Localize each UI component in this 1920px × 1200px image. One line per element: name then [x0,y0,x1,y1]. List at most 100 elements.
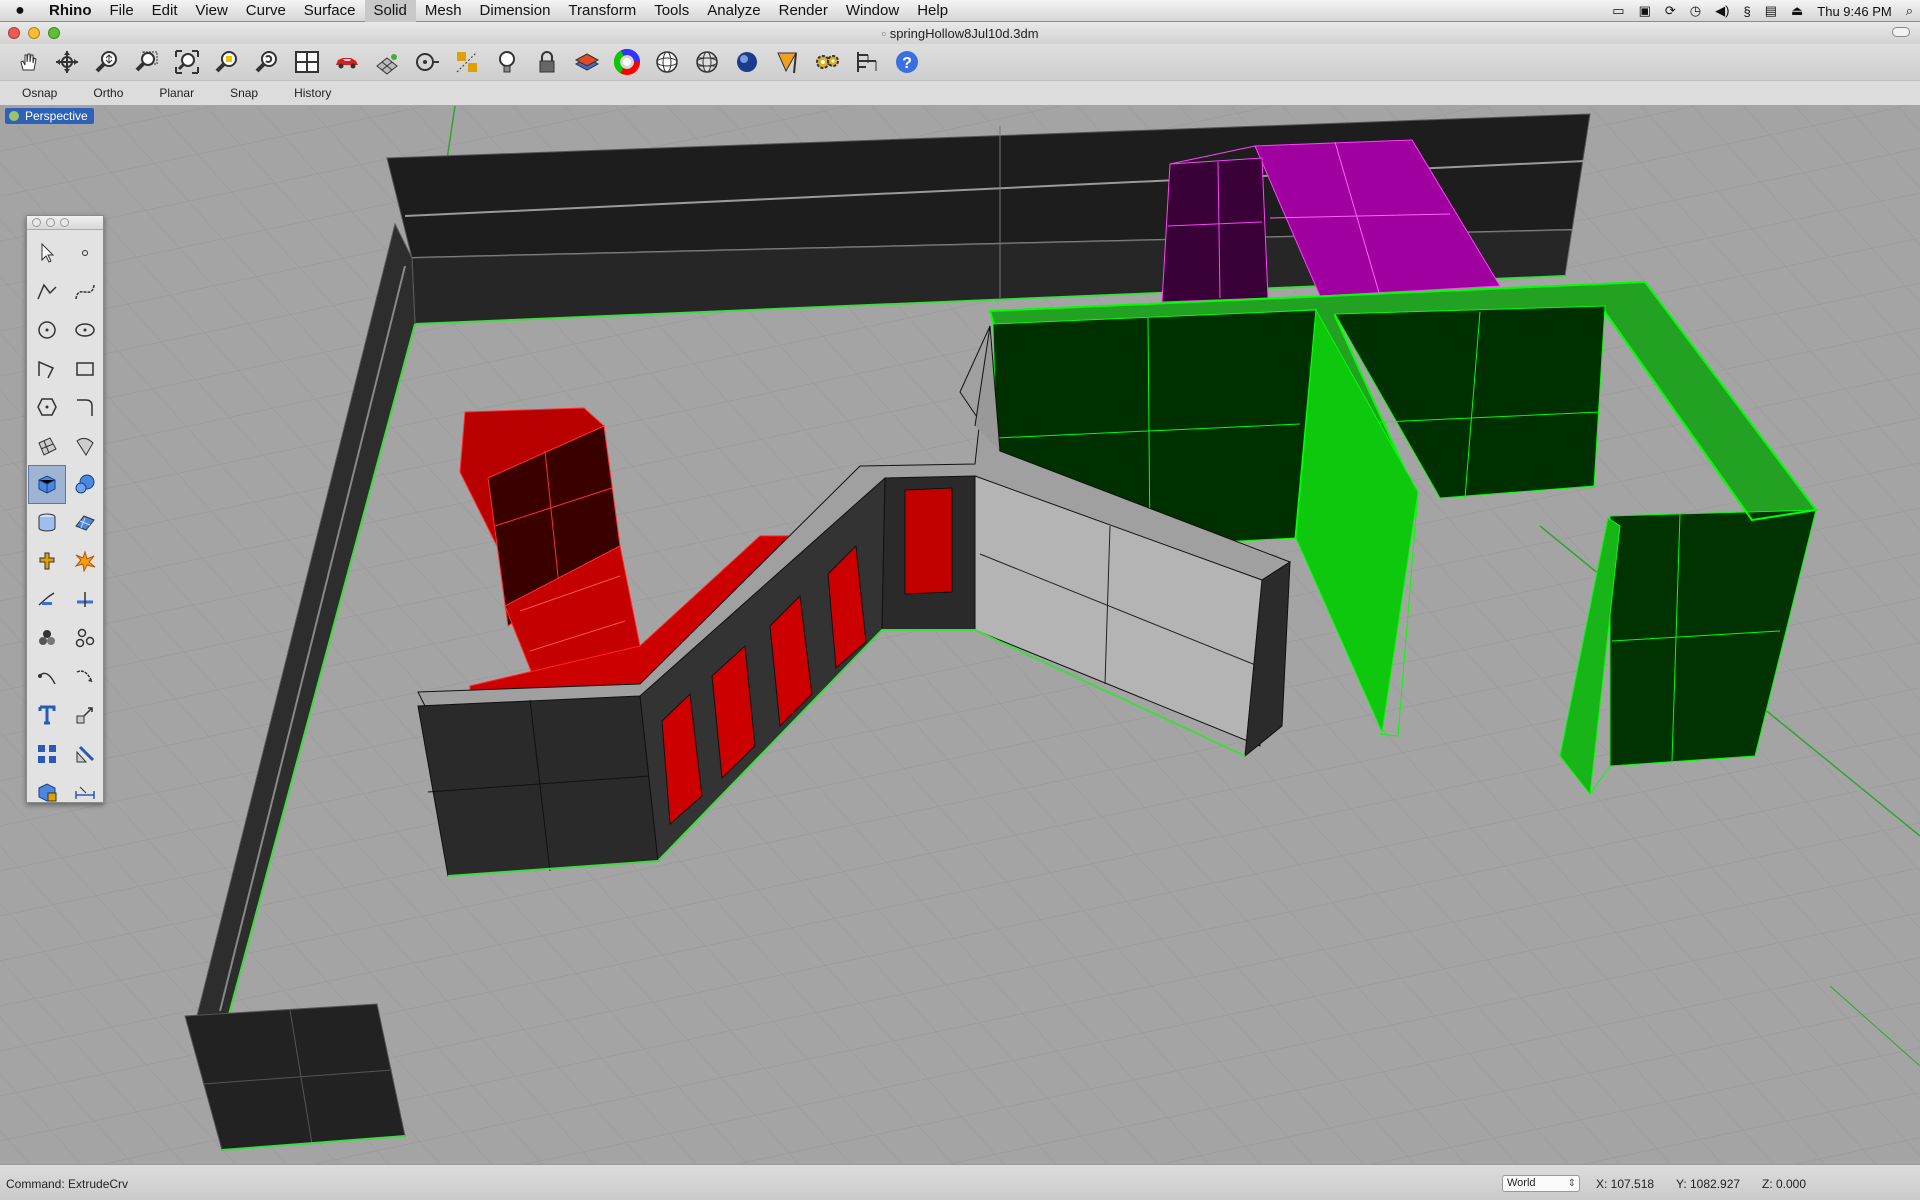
rendered-sphere-icon[interactable] [730,46,764,78]
toolbar-toggle-button[interactable] [1892,27,1910,37]
transform-icon[interactable] [66,658,104,697]
main-toolbar: ? [0,44,1920,80]
sync-icon[interactable]: ⟳ [1665,3,1676,19]
palette-close-button[interactable] [32,218,41,227]
box-icon[interactable] [28,465,66,504]
pan-icon[interactable] [10,46,44,78]
viewport-title-tab[interactable]: Perspective [5,108,94,124]
eject-icon[interactable]: ⏏ [1791,3,1803,19]
time-machine-icon[interactable]: ◷ [1690,3,1701,19]
scale-icon[interactable] [66,696,104,735]
rotate-icon[interactable] [28,658,66,697]
lock-icon[interactable] [530,46,564,78]
sphere-icon[interactable] [66,465,104,504]
terminal-icon[interactable]: ▣ [1639,3,1651,19]
spotlight-icon[interactable]: ⌕ [1906,3,1913,19]
macos-menu-bar: ● Rhino File Edit View Curve Surface Sol… [0,0,1920,22]
menu-rhino[interactable]: Rhino [40,0,101,22]
menu-transform[interactable]: Transform [559,0,645,22]
planar-toggle[interactable]: Planar [141,86,212,100]
zoom-window-icon[interactable] [130,46,164,78]
light-icon[interactable] [490,46,524,78]
surface-corners-icon[interactable] [28,427,66,466]
clock[interactable]: Thu 9:46 PM [1817,4,1891,19]
menu-analyze[interactable]: Analyze [698,0,769,22]
cplane-icon[interactable] [410,46,444,78]
boolean-icon[interactable] [28,542,66,581]
group-icon[interactable] [28,619,66,658]
palette-title-bar[interactable] [27,216,103,230]
circle-icon[interactable] [28,311,66,350]
viewport-status-icon [9,111,19,121]
dimension-icon[interactable] [850,46,884,78]
polyline-icon[interactable] [28,273,66,312]
cylinder-icon[interactable] [28,504,66,543]
fillet-curve-icon[interactable] [66,388,104,427]
mirror-icon[interactable] [66,735,104,774]
zoom-extents-icon[interactable] [170,46,204,78]
menu-mesh[interactable]: Mesh [416,0,471,22]
rotate-view-icon[interactable] [50,46,84,78]
shaded-sphere-icon[interactable] [690,46,724,78]
menu-help[interactable]: Help [908,0,957,22]
settings-gears-icon[interactable] [810,46,844,78]
volume-icon[interactable]: ◀) [1715,3,1729,19]
curve-icon[interactable] [66,273,104,312]
arc-icon[interactable] [28,350,66,389]
command-line[interactable]: Command: ExtrudeCrv [6,1177,128,1191]
script-icon[interactable]: § [1743,4,1750,19]
trim-icon[interactable] [28,581,66,620]
cplane-select[interactable]: World [1502,1175,1580,1192]
flag-icon[interactable]: ▤ [1765,3,1777,19]
help-icon[interactable]: ? [890,46,924,78]
menu-view[interactable]: View [187,0,237,22]
explode-icon[interactable] [66,542,104,581]
plane-icon[interactable] [66,504,104,543]
snap-toggle[interactable]: Snap [212,86,276,100]
ellipse-icon[interactable] [66,311,104,350]
render-icon[interactable] [770,46,804,78]
zoom-dynamic-icon[interactable] [90,46,124,78]
osnap-toggle[interactable]: Osnap [4,86,75,100]
layer-icon[interactable] [570,46,604,78]
ortho-toggle[interactable]: Ortho [75,86,141,100]
menu-edit[interactable]: Edit [143,0,187,22]
rectangle-icon[interactable] [66,350,104,389]
polygon-icon[interactable] [28,388,66,427]
array-icon[interactable] [28,735,66,774]
text-icon[interactable] [28,696,66,735]
point-icon[interactable] [66,234,104,273]
four-viewports-icon[interactable] [290,46,324,78]
status-panes-bar: Osnap Ortho Planar Snap History [0,80,1920,106]
dimension-linear-icon[interactable] [66,773,104,812]
menu-render[interactable]: Render [770,0,837,22]
menu-window[interactable]: Window [837,0,908,22]
snap-grid-icon[interactable] [450,46,484,78]
perspective-viewport[interactable]: Perspective z └─ x [0,106,1920,1164]
window-title-bar: springHollow8Jul10d.3dm [0,22,1920,44]
menu-solid[interactable]: Solid [364,0,416,22]
menu-surface[interactable]: Surface [295,0,365,22]
palette-minimize-button[interactable] [46,218,55,227]
color-wheel-icon[interactable] [610,46,644,78]
palette-zoom-button[interactable] [60,218,69,227]
3d-scene[interactable] [0,106,1920,1164]
zoom-selected-icon[interactable] [210,46,244,78]
menu-tools[interactable]: Tools [645,0,698,22]
ungroup-icon[interactable] [66,619,104,658]
revolve-icon[interactable] [66,427,104,466]
menu-curve[interactable]: Curve [237,0,295,22]
menu-file[interactable]: File [101,0,143,22]
wireframe-sphere-icon[interactable] [650,46,684,78]
select-icon[interactable] [28,234,66,273]
menu-dimension[interactable]: Dimension [471,0,560,22]
history-toggle[interactable]: History [276,86,349,100]
solid-tools-icon[interactable] [28,773,66,812]
printer-icon[interactable]: ▭ [1612,3,1624,19]
car-icon[interactable] [330,46,364,78]
window-title: springHollow8Jul10d.3dm [0,26,1920,41]
undo-view-icon[interactable] [250,46,284,78]
split-icon[interactable] [66,581,104,620]
grid-plane-icon[interactable] [370,46,404,78]
apple-menu-icon[interactable]: ● [0,2,40,20]
